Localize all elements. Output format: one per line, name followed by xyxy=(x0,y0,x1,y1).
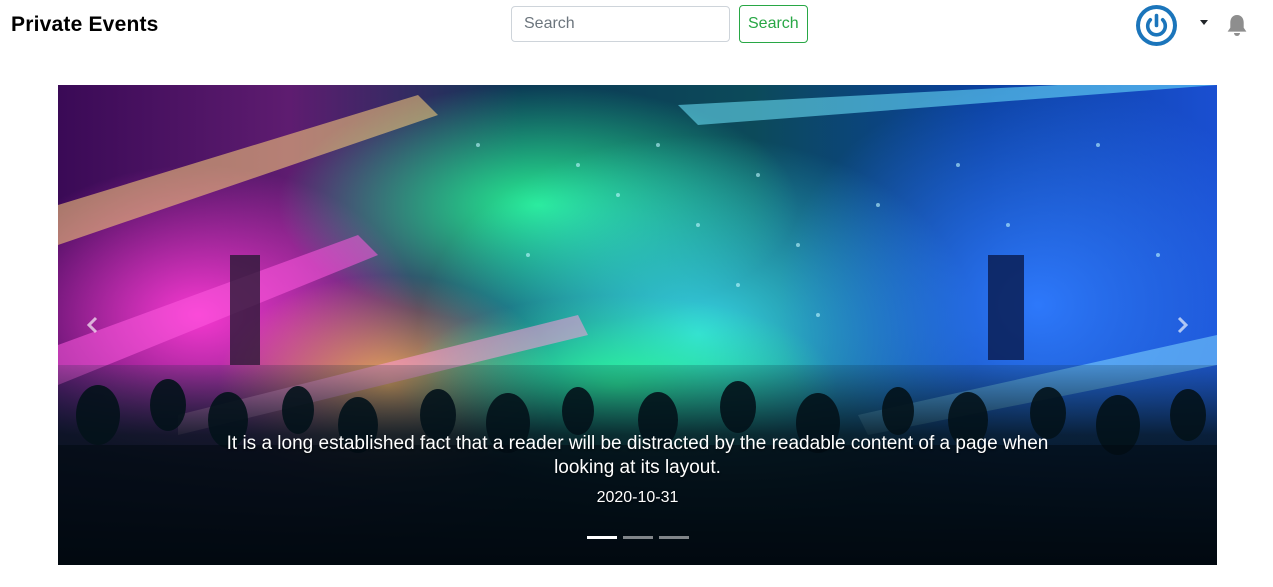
chevron-right-icon xyxy=(1177,316,1189,334)
carousel-prev-button[interactable] xyxy=(58,85,128,565)
search-button[interactable]: Search xyxy=(739,5,808,43)
caption-text: It is a long established fact that a rea… xyxy=(226,433,1049,478)
carousel-indicator[interactable] xyxy=(622,536,653,539)
chevron-left-icon xyxy=(86,316,98,334)
search-input[interactable] xyxy=(511,6,730,42)
event-carousel: It is a long established fact that a rea… xyxy=(58,85,1217,565)
power-icon xyxy=(1140,9,1173,42)
search-form: Search xyxy=(511,5,808,43)
user-avatar[interactable] xyxy=(1136,5,1177,46)
navbar: Private Events Search xyxy=(0,0,1273,52)
carousel-indicator[interactable] xyxy=(658,536,689,539)
bell-icon[interactable] xyxy=(1225,13,1249,43)
carousel-indicator[interactable] xyxy=(586,536,617,539)
carousel-caption: It is a long established fact that a rea… xyxy=(198,432,1077,507)
event-date: 2020-10-31 xyxy=(596,489,679,506)
carousel-next-button[interactable] xyxy=(1147,85,1217,565)
brand-title[interactable]: Private Events xyxy=(11,13,159,37)
carousel-indicators xyxy=(58,536,1217,539)
caret-down-icon[interactable] xyxy=(1200,20,1208,25)
